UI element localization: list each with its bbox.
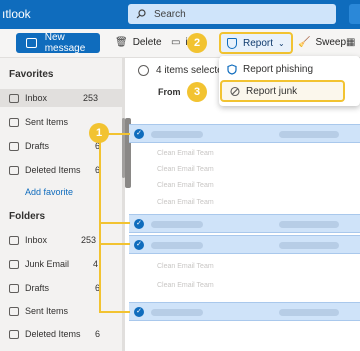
report-label: Report [243,37,274,49]
checkmark-icon[interactable]: ✓ [134,307,144,317]
sidebar-item-label: Drafts [25,141,50,151]
redacted-subject [279,131,339,138]
sidebar-item-deleted[interactable]: Deleted Items 6 [0,325,122,343]
sender-text: Clean Email Team [157,199,214,206]
sender-text: Clean Email Team [157,166,214,173]
delete-button[interactable]: 🗑 Delete [115,37,162,48]
annotation-line [99,222,130,224]
unread-count: 253 [80,235,96,245]
select-all-checkbox[interactable] [138,65,149,76]
from-column-header[interactable]: From [158,87,181,97]
shield-icon [227,63,237,75]
annotation-line [99,136,101,312]
inbox-icon [9,235,19,245]
sidebar-item-label: Drafts [25,283,50,293]
junk-icon [9,259,19,269]
sweep-button[interactable]: 🧹 Sweep [298,37,346,48]
redacted-sender [151,131,203,138]
more-icon[interactable]: ▦ [346,37,360,48]
redacted-subject [279,242,339,249]
sidebar-item-label: Inbox [25,235,48,245]
redacted-sender [151,221,203,228]
redacted-subject [279,309,339,316]
table-row[interactable]: ✓ [129,302,360,321]
sidebar-item-label: Junk Email [25,259,70,269]
sidebar-item-label: Sent Items [25,306,69,316]
favorites-header: Favorites [9,69,54,80]
report-dropdown-menu: Report phishing Report junk [219,56,360,106]
step-badge-2: 2 [187,33,207,53]
sidebar-item-label: Deleted Items [25,165,81,175]
checkmark-icon[interactable]: ✓ [134,240,144,250]
inbox-icon [9,93,19,103]
shield-icon [227,37,237,49]
search-box[interactable]: Search [128,4,336,24]
grid-icon: ▦ [346,37,356,48]
top-bar: ıtlook Search [0,0,360,29]
sidebar-item-deleted-favorite[interactable]: Deleted Items 6 [0,161,122,179]
sidebar-item-label: Deleted Items [25,329,81,339]
table-row[interactable]: Clean Email Team [129,259,360,278]
sidebar-item-drafts[interactable]: Drafts 6 [0,279,122,297]
blocked-icon [230,86,240,96]
checkmark-icon[interactable]: ✓ [134,219,144,229]
sidebar-item-junk[interactable]: Junk Email 4 [0,255,122,273]
sweep-label: Sweep [315,37,347,48]
send-icon [9,306,19,316]
redacted-subject [279,221,339,228]
report-junk-label: Report junk [246,85,298,97]
step-badge-3: 3 [187,82,207,102]
send-icon [9,117,19,127]
trash-icon [9,165,19,175]
annotation-line [99,311,130,313]
step-badge-1: 1 [89,123,109,143]
top-bar-button[interactable] [349,4,360,24]
search-icon [136,9,146,19]
pencil-icon [9,283,19,293]
sender-text: Clean Email Team [157,263,214,270]
folders-header: Folders [9,211,46,222]
compose-icon [26,38,37,48]
table-row[interactable]: Clean Email Team [129,278,360,297]
annotation-line [99,243,130,245]
redacted-sender [151,242,203,249]
broom-icon: 🧹 [298,37,311,48]
sidebar-item-inbox-favorite[interactable]: Inbox 253 [0,89,122,107]
sidebar-item-label: Sent Items [25,117,69,127]
trash-icon [9,329,19,339]
checkmark-icon[interactable]: ✓ [134,129,144,139]
redacted-sender [151,309,203,316]
delete-label: Delete [132,37,162,48]
sender-text: Clean Email Team [157,182,214,189]
archive-icon: ▭ [171,37,181,48]
app-title: ıtlook [2,7,31,21]
sender-text: Clean Email Team [157,150,214,157]
sidebar-item-label: Inbox [25,93,48,103]
selection-count-text: 4 items selecte [156,65,223,76]
add-favorite-link[interactable]: Add favorite [25,187,73,197]
unread-count: 253 [82,93,98,103]
sidebar-item-inbox[interactable]: Inbox 253 [0,231,122,249]
table-row[interactable]: ✓ [129,214,360,233]
search-placeholder: Search [154,8,186,20]
item-count: 6 [94,329,100,339]
sender-text: Clean Email Team [157,282,214,289]
command-toolbar: New message 🗑 Delete ▭ ive Report ⌄ 🧹 Sw… [0,29,360,58]
table-row[interactable]: ✓ [129,124,360,143]
report-junk-item[interactable]: Report junk [220,80,345,102]
pencil-icon [9,141,19,151]
table-row[interactable]: ✓ [129,235,360,254]
report-phishing-item[interactable]: Report phishing [219,58,360,80]
new-message-button[interactable]: New message [16,32,100,54]
report-phishing-label: Report phishing [243,63,314,75]
table-row[interactable]: Clean Email Team [129,195,360,214]
trash-icon: 🗑 [115,37,128,48]
report-button[interactable]: Report ⌄ [219,32,293,54]
new-message-label: New message [44,32,86,54]
chevron-down-icon: ⌄ [278,38,285,48]
item-count: 4 [92,259,98,269]
selection-header: 4 items selecte [138,65,223,76]
